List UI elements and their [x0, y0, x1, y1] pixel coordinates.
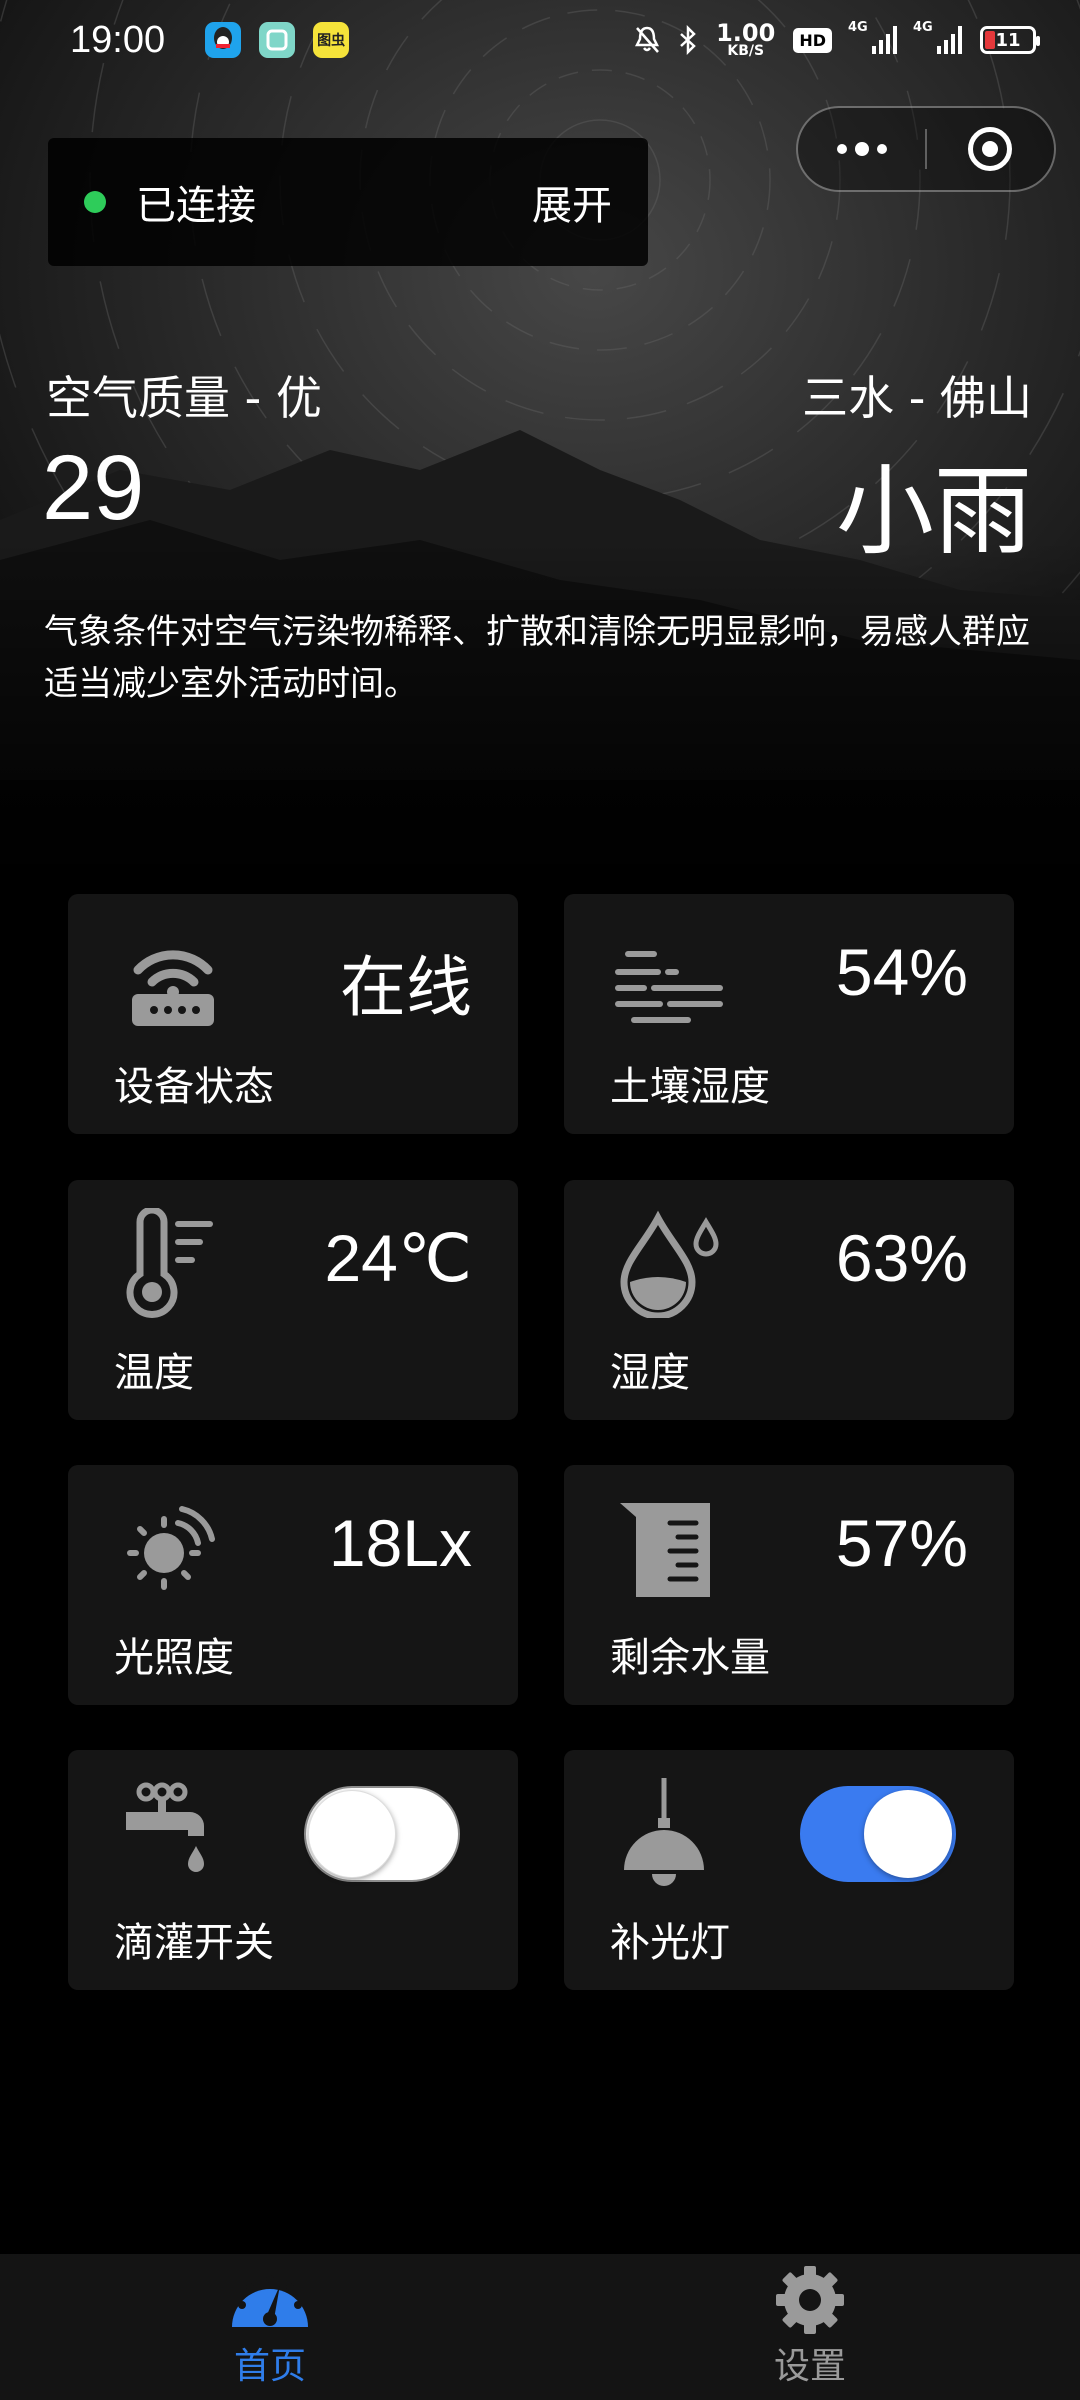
fill-light-card: 补光灯	[564, 1750, 1014, 1990]
illuminance-label: 光照度	[114, 1635, 234, 1681]
humidity-label: 湿度	[610, 1350, 690, 1396]
tab-settings-label: 设置	[773, 2346, 846, 2387]
water-drop-icon	[620, 1210, 719, 1318]
system-status-bar: 19:00 图虫 1.00 KB/S HD 4G 4G 11	[0, 0, 1080, 80]
drip-irrigation-label: 滴灌开关	[114, 1920, 274, 1966]
app-icon	[259, 22, 296, 58]
faucet-icon	[126, 1782, 204, 1872]
air-quality-label: 空气质量 - 优	[46, 371, 322, 425]
network-speed-value: 1.00	[716, 18, 776, 47]
thermometer-icon	[126, 1208, 213, 1318]
expand-button[interactable]: 展开	[532, 173, 612, 231]
tab-home[interactable]: 首页	[0, 2254, 540, 2400]
sun-icon	[127, 1506, 215, 1590]
device-status-label: 设备状态	[114, 1064, 274, 1110]
connection-status-label: 已连接	[136, 183, 256, 229]
humidity-value: 63%	[835, 1221, 968, 1295]
device-status-value: 在线	[340, 949, 472, 1026]
battery-icon: 11	[980, 26, 1040, 54]
target-icon	[968, 127, 1013, 171]
miniprogram-capsule	[796, 106, 1056, 192]
network-speed-unit: KB/S	[727, 42, 765, 59]
water-remaining-card: 57% 剩余水量	[564, 1465, 1014, 1705]
tab-settings[interactable]: 设置	[540, 2254, 1080, 2400]
bottom-tab-bar: 首页 设置	[0, 2254, 1080, 2400]
illuminance-value: 18Lx	[328, 1506, 472, 1580]
drip-irrigation-card: 滴灌开关	[68, 1750, 518, 1990]
temperature-card: 24℃ 温度	[68, 1180, 518, 1420]
qq-icon	[205, 22, 242, 58]
connection-bar: 已连接 展开	[48, 138, 648, 266]
air-quality-advice: 气象条件对空气污染物稀释、扩散和清除无明显影响，易感人群应适当减少室外活动时间。	[44, 612, 1030, 704]
soil-humidity-icon	[615, 951, 723, 1023]
temperature-label: 温度	[114, 1350, 194, 1396]
signal-1-icon: 4G	[848, 20, 897, 54]
air-quality-value: 29	[42, 437, 145, 539]
toggle-knob	[308, 1790, 396, 1878]
tuchong-icon: 图虫	[313, 22, 350, 58]
hd-badge: HD	[793, 27, 832, 53]
battery-level: 11	[995, 29, 1021, 51]
water-remaining-value: 57%	[835, 1506, 968, 1580]
signal-1-label: 4G	[848, 20, 868, 35]
soil-humidity-label: 土壤湿度	[610, 1064, 770, 1110]
device-status-card: 在线 设备状态	[68, 894, 518, 1134]
bluetooth-icon	[680, 25, 696, 55]
more-button[interactable]	[798, 108, 925, 190]
dashboard-icon	[232, 2275, 308, 2327]
signal-2-icon: 4G	[913, 20, 962, 54]
more-dots-icon	[836, 142, 887, 156]
humidity-card: 63% 湿度	[564, 1180, 1014, 1420]
mute-bell-icon	[635, 26, 660, 53]
tab-home-label: 首页	[233, 2346, 306, 2387]
gear-icon	[776, 2266, 844, 2334]
lamp-icon	[624, 1778, 704, 1886]
battery-fill	[985, 31, 995, 49]
app-root: 19:00 图虫 1.00 KB/S HD 4G 4G 11 已连接 展开 空气…	[0, 0, 1080, 2400]
toggle-knob	[864, 1790, 952, 1878]
city-label: 三水 - 佛山	[802, 371, 1032, 425]
soil-humidity-card: 54% 土壤湿度	[564, 894, 1014, 1134]
fill-light-toggle[interactable]	[800, 1786, 956, 1882]
water-remaining-label: 剩余水量	[610, 1635, 770, 1681]
temperature-value: 24℃	[324, 1221, 472, 1295]
soil-humidity-value: 54%	[835, 935, 968, 1009]
tuchong-icon-text: 图虫	[317, 33, 346, 49]
illuminance-card: 18Lx 光照度	[68, 1465, 518, 1705]
signal-2-label: 4G	[913, 20, 933, 35]
weather-condition: 小雨	[835, 455, 1032, 569]
beaker-icon	[620, 1503, 710, 1597]
close-miniprogram-button[interactable]	[927, 108, 1054, 190]
status-indicators: 1.00 KB/S HD 4G 4G 11	[634, 18, 1040, 59]
drip-irrigation-toggle[interactable]	[304, 1786, 460, 1882]
router-icon	[132, 950, 214, 1026]
status-time: 19:00	[70, 18, 166, 61]
network-speed: 1.00 KB/S	[716, 18, 776, 59]
connection-status-dot	[84, 191, 106, 213]
fill-light-label: 补光灯	[610, 1920, 730, 1966]
